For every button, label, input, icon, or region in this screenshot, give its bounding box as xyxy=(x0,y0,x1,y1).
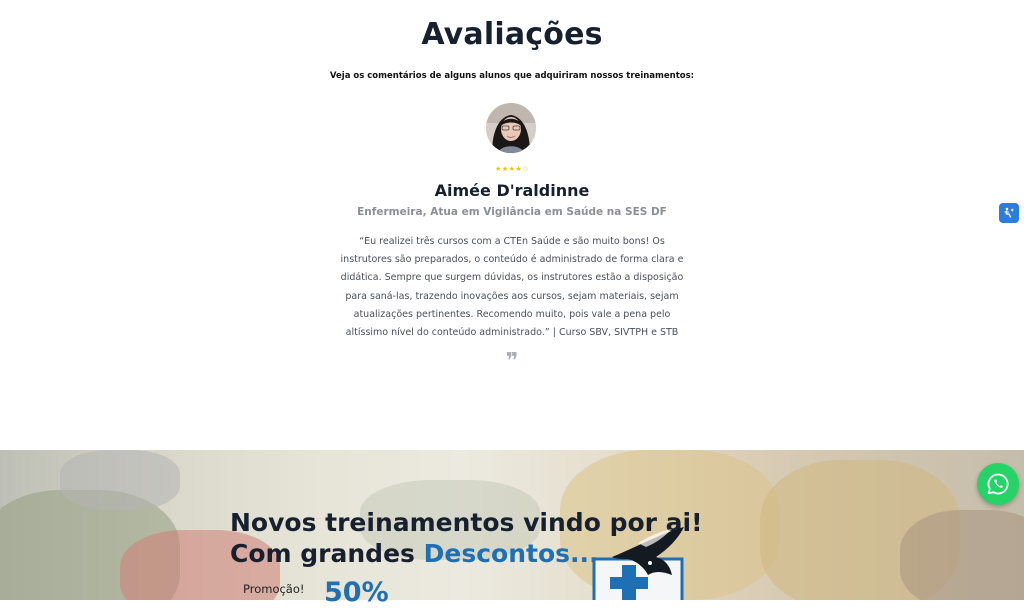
reviewer-avatar xyxy=(486,103,536,153)
rating-stars: ★★★★☆ xyxy=(495,165,529,173)
section-subtitle: Veja os comentários de alguns alunos que… xyxy=(329,71,695,81)
quote-line: “Eu realizei três cursos com a CTEn Saúd… xyxy=(359,236,665,247)
reviewer-name: Aimée D'raldinne xyxy=(434,181,590,200)
brand-logo xyxy=(592,527,700,606)
accessibility-icon[interactable] xyxy=(999,203,1019,223)
promo-heading-prefix: Com grandes xyxy=(230,539,424,568)
section-title: Avaliações xyxy=(421,17,603,52)
reviews-section: Avaliações Veja os comentários de alguns… xyxy=(0,0,1024,450)
promo-label: Promoção! xyxy=(243,582,305,596)
review-quote: “Eu realizei três cursos com a CTEn Saúd… xyxy=(334,233,690,342)
quote-line: altíssimo nível do conteúdo administrado… xyxy=(345,327,679,339)
quote-line: instrutores são preparados, o conteúdo é… xyxy=(340,254,684,266)
quote-line: para saná-las, trazendo inovações aos cu… xyxy=(345,290,679,302)
quote-line: didática. Sempre que surgem dúvidas, os … xyxy=(340,272,684,284)
quote-line: atualizações pertinentes. Recomendo muit… xyxy=(353,308,671,320)
reviewer-role: Enfermeira, Atua em Vigilância em Saúde … xyxy=(357,206,667,218)
promo-heading-highlight: Descontos... xyxy=(423,539,599,568)
promo-percent: 50% xyxy=(324,577,389,608)
whatsapp-icon[interactable] xyxy=(977,463,1019,505)
quote-icon: ❞ xyxy=(505,349,519,374)
